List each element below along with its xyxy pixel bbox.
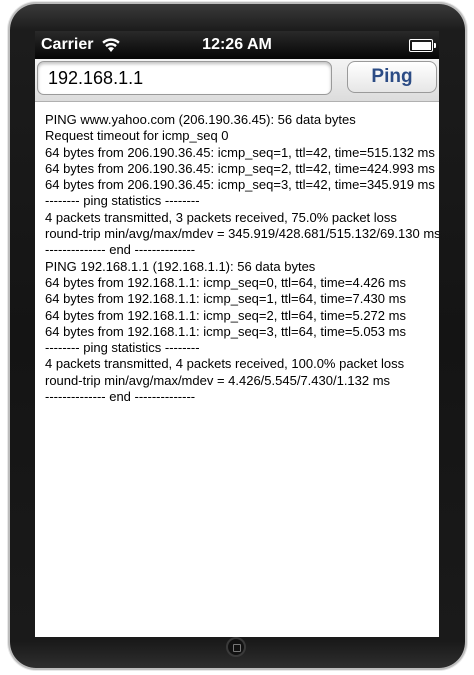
output-line: 64 bytes from 192.168.1.1: icmp_seq=1, t… — [45, 291, 406, 307]
output-line: 64 bytes from 192.168.1.1: icmp_seq=2, t… — [45, 307, 406, 323]
output-line: 64 bytes from 192.168.1.1: icmp_seq=3, t… — [45, 323, 406, 339]
output-line: -------------- end -------------- — [45, 389, 196, 405]
ping-output: PING www.yahoo.com (206.190.36.45): 56 d… — [35, 102, 439, 405]
ping-button[interactable]: Ping — [347, 61, 437, 93]
output-line: 64 bytes from 206.190.36.45: icmp_seq=1,… — [45, 144, 435, 160]
output-line: 64 bytes from 206.190.36.45: icmp_seq=2,… — [45, 160, 435, 176]
output-line: 64 bytes from 192.168.1.1: icmp_seq=0, t… — [45, 274, 406, 290]
screen: Carrier 12:26 AM Ping PING www.yahoo.com… — [35, 31, 439, 637]
output-line: 4 packets transmitted, 4 packets receive… — [45, 356, 405, 372]
output-line: Request timeout for icmp_seq 0 — [45, 128, 229, 144]
output-line: 4 packets transmitted, 3 packets receive… — [45, 209, 397, 225]
output-line: PING 192.168.1.1 (192.168.1.1): 56 data … — [45, 258, 316, 274]
output-line: PING www.yahoo.com (206.190.36.45): 56 d… — [45, 112, 356, 127]
status-bar: Carrier 12:26 AM — [35, 31, 439, 59]
host-input[interactable] — [37, 61, 332, 95]
output-line: round-trip min/avg/max/mdev = 345.919/42… — [45, 226, 439, 242]
status-time: 12:26 AM — [202, 36, 272, 53]
output-line: round-trip min/avg/max/mdev = 4.426/5.54… — [45, 372, 391, 388]
output-line: 64 bytes from 206.190.36.45: icmp_seq=3,… — [45, 177, 435, 193]
output-line: -------- ping statistics -------- — [45, 340, 200, 356]
battery-icon — [409, 39, 436, 52]
home-button-icon[interactable] — [226, 637, 246, 657]
output-line: -------------- end -------------- — [45, 242, 196, 258]
output-line: -------- ping statistics -------- — [45, 193, 200, 209]
battery-level — [411, 41, 431, 50]
toolbar: Ping — [35, 59, 439, 102]
